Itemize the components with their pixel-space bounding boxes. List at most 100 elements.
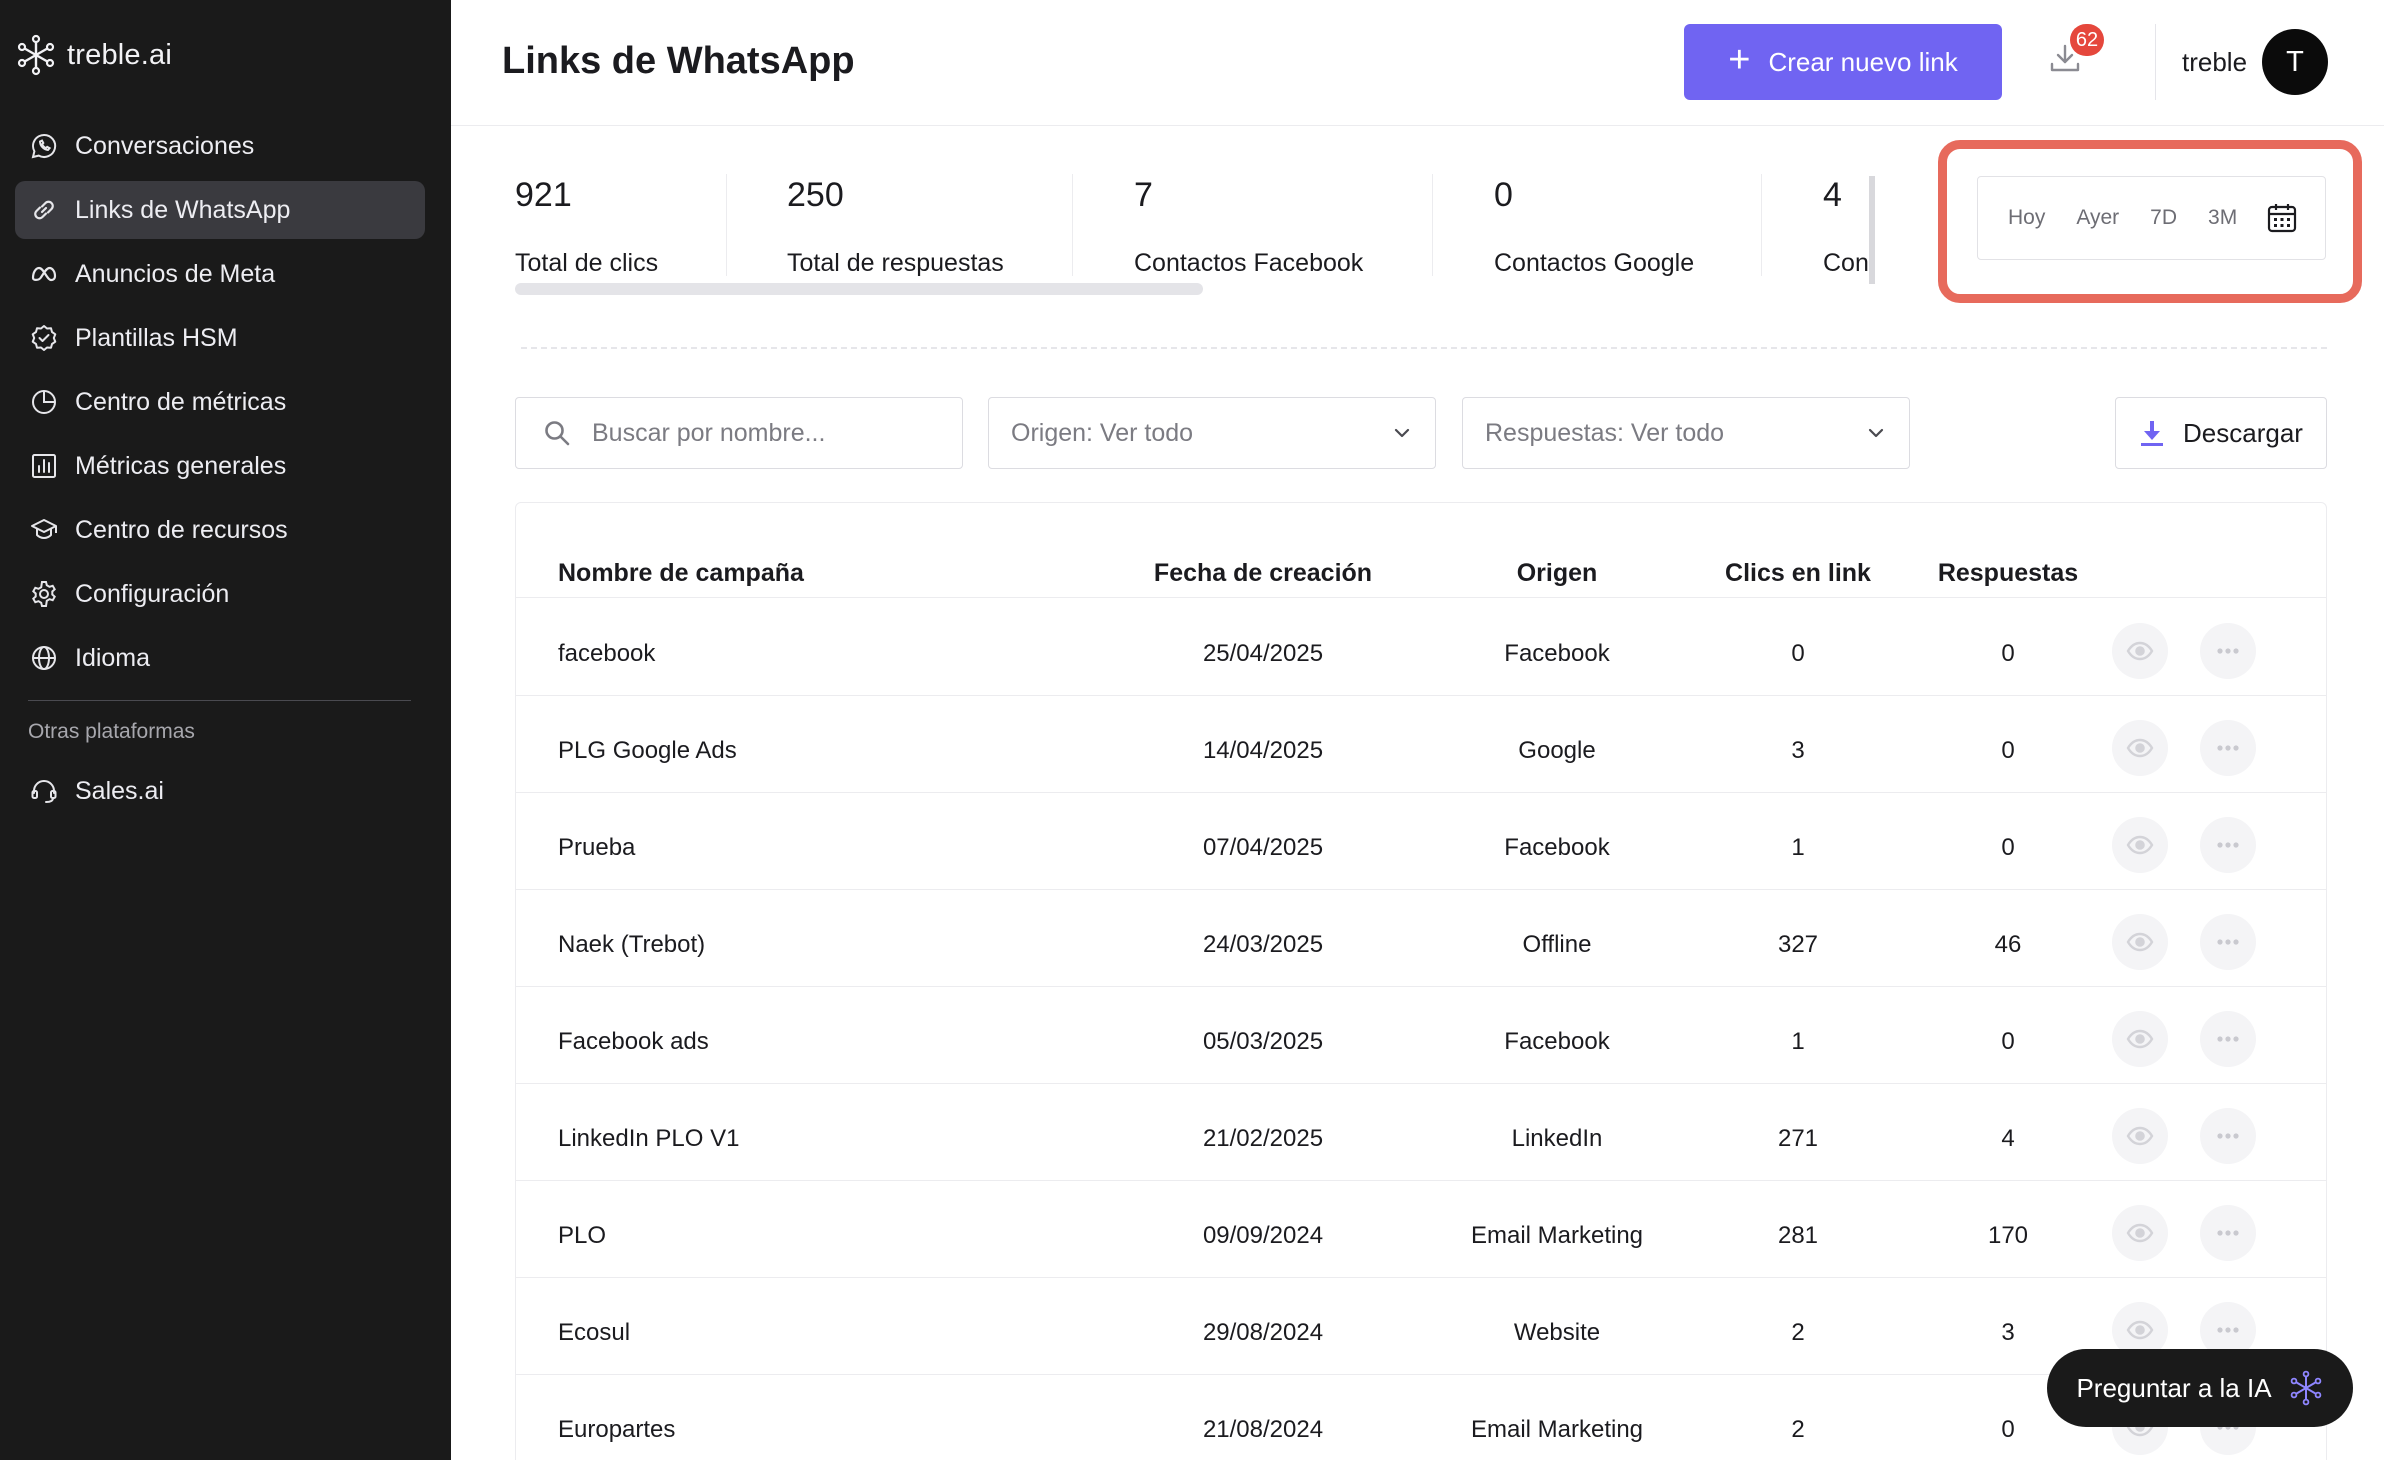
sidebar-item-idioma[interactable]: Idioma bbox=[15, 629, 425, 687]
search-input[interactable]: Buscar por nombre... bbox=[515, 397, 963, 469]
date-option-today[interactable]: Hoy bbox=[2008, 206, 2045, 230]
ellipsis-icon bbox=[2217, 1133, 2239, 1139]
table-row[interactable]: PLO 09/09/2024 Email Marketing 281 170 bbox=[516, 1181, 2326, 1278]
link-icon bbox=[34, 200, 54, 220]
more-options-button[interactable] bbox=[2200, 1205, 2256, 1261]
campaign-name-cell: Naek (Trebot) bbox=[558, 931, 706, 958]
avatar[interactable]: T bbox=[2262, 29, 2328, 95]
clicks-cell: 271 bbox=[1777, 1125, 1819, 1152]
table-row[interactable]: Ecosul 29/08/2024 Website 2 3 bbox=[516, 1278, 2326, 1375]
responses-select-value: Respuestas: Ver todo bbox=[1485, 418, 1725, 447]
campaign-name-cell: Europartes bbox=[558, 1416, 676, 1443]
more-options-button[interactable] bbox=[2200, 914, 2256, 970]
clicks-cell: 1 bbox=[1791, 834, 1805, 861]
brand-logo[interactable]: treble.ai bbox=[15, 34, 172, 76]
sidebar-extra-nav: Sales.ai bbox=[15, 762, 425, 826]
date-option-7d[interactable]: 7D bbox=[2150, 206, 2177, 230]
view-button[interactable] bbox=[2112, 1108, 2168, 1164]
creation-date-cell: 07/04/2025 bbox=[1202, 834, 1324, 861]
badge-check-icon bbox=[31, 325, 57, 351]
date-option-yesterday[interactable]: Ayer bbox=[2076, 206, 2119, 230]
campaign-name-cell: PLO bbox=[558, 1222, 607, 1249]
eye-icon bbox=[2126, 1223, 2154, 1243]
responses-cell: 3 bbox=[2001, 1319, 2015, 1346]
page-title: Links de WhatsApp bbox=[502, 40, 855, 82]
plus-icon: + bbox=[1728, 39, 1751, 81]
more-options-button[interactable] bbox=[2200, 817, 2256, 873]
view-button[interactable] bbox=[2112, 914, 2168, 970]
responses-select[interactable]: Respuestas: Ver todo bbox=[1462, 397, 1910, 469]
brand-name: treble.ai bbox=[67, 38, 172, 71]
sidebar-item-centro-metricas[interactable]: Centro de métricas bbox=[15, 373, 425, 431]
table-row[interactable]: Facebook ads 05/03/2025 Facebook 1 0 bbox=[516, 987, 2326, 1084]
more-options-button[interactable] bbox=[2200, 623, 2256, 679]
eye-icon bbox=[2126, 932, 2154, 952]
ellipsis-icon bbox=[2217, 745, 2239, 751]
download-label: Descargar bbox=[2183, 417, 2303, 448]
bar-chart-icon bbox=[32, 454, 56, 478]
kpi-total-clicks: 921 Total de clics bbox=[515, 176, 658, 278]
more-options-button[interactable] bbox=[2200, 1108, 2256, 1164]
origin-cell: Google bbox=[1518, 737, 1596, 764]
column-header-responses[interactable]: Respuestas bbox=[1913, 559, 2103, 588]
table-row[interactable]: LinkedIn PLO V1 21/02/2025 LinkedIn 271 4 bbox=[516, 1084, 2326, 1181]
sidebar: treble.ai Conversaciones Links de WhatsA… bbox=[0, 0, 451, 1460]
campaign-name-cell: Facebook ads bbox=[558, 1028, 709, 1055]
date-option-3m[interactable]: 3M bbox=[2208, 206, 2237, 230]
top-header: Links de WhatsApp + Crear nuevo link 62 … bbox=[451, 0, 2384, 126]
graduation-cap-icon bbox=[31, 519, 57, 539]
column-header-name[interactable]: Nombre de campaña bbox=[558, 559, 804, 588]
campaign-name-cell: Prueba bbox=[558, 834, 636, 861]
sidebar-item-configuracion[interactable]: Configuración bbox=[15, 565, 425, 623]
sidebar-item-links[interactable]: Links de WhatsApp bbox=[15, 181, 425, 239]
column-header-date[interactable]: Fecha de creación bbox=[1128, 559, 1398, 588]
chevron-down-icon bbox=[1394, 428, 1410, 438]
ellipsis-icon bbox=[2217, 648, 2239, 654]
origin-select[interactable]: Origen: Ver todo bbox=[988, 397, 1436, 469]
kpi-google-contacts: 0 Contactos Google bbox=[1494, 176, 1694, 278]
view-button[interactable] bbox=[2112, 623, 2168, 679]
creation-date-cell: 25/04/2025 bbox=[1202, 640, 1324, 667]
table-row[interactable]: Naek (Trebot) 24/03/2025 Offline 327 46 bbox=[516, 890, 2326, 987]
user-name[interactable]: treble bbox=[2182, 47, 2247, 78]
section-divider bbox=[521, 347, 2327, 349]
downloads-count-badge: 62 bbox=[2070, 24, 2104, 56]
sidebar-item-metricas-generales[interactable]: Métricas generales bbox=[15, 437, 425, 495]
pie-chart-icon bbox=[32, 390, 56, 414]
calendar-icon[interactable] bbox=[2265, 201, 2299, 235]
more-options-button[interactable] bbox=[2200, 1011, 2256, 1067]
chevron-down-icon bbox=[1868, 428, 1884, 438]
sidebar-item-centro-recursos[interactable]: Centro de recursos bbox=[15, 501, 425, 559]
create-link-button[interactable]: + Crear nuevo link bbox=[1684, 24, 2002, 100]
table-row[interactable]: facebook 25/04/2025 Facebook 0 0 bbox=[516, 599, 2326, 696]
view-button[interactable] bbox=[2112, 1205, 2168, 1261]
view-button[interactable] bbox=[2112, 1011, 2168, 1067]
more-options-button[interactable] bbox=[2200, 720, 2256, 776]
sidebar-item-conversaciones[interactable]: Conversaciones bbox=[15, 117, 425, 175]
ask-ai-button[interactable]: Preguntar a la IA bbox=[2047, 1349, 2353, 1427]
clicks-cell: 0 bbox=[1791, 640, 1805, 667]
view-button[interactable] bbox=[2112, 817, 2168, 873]
kpi-label: Con bbox=[1823, 249, 1869, 277]
column-header-origin[interactable]: Origen bbox=[1407, 559, 1707, 588]
meta-icon bbox=[31, 266, 57, 282]
kpi-divider bbox=[726, 174, 727, 276]
origin-cell: Email Marketing bbox=[1470, 1416, 1644, 1443]
responses-cell: 0 bbox=[2001, 1028, 2015, 1055]
responses-cell: 4 bbox=[2001, 1125, 2015, 1152]
origin-cell: Offline bbox=[1522, 931, 1592, 958]
column-header-clicks[interactable]: Clics en link bbox=[1703, 559, 1893, 588]
sidebar-item-anuncios[interactable]: Anuncios de Meta bbox=[15, 245, 425, 303]
table-row[interactable]: Prueba 07/04/2025 Facebook 1 0 bbox=[516, 793, 2326, 890]
ask-ai-label: Preguntar a la IA bbox=[2076, 1372, 2272, 1403]
view-button[interactable] bbox=[2112, 720, 2168, 776]
kpi-scroll-edge bbox=[1869, 176, 1875, 284]
sidebar-item-label: Idioma bbox=[75, 643, 151, 672]
download-button[interactable]: Descargar bbox=[2115, 397, 2327, 469]
table-row[interactable]: PLG Google Ads 14/04/2025 Google 3 0 bbox=[516, 696, 2326, 793]
sidebar-item-plantillas[interactable]: Plantillas HSM bbox=[15, 309, 425, 367]
kpi-value: 7 bbox=[1134, 176, 1153, 214]
kpi-label: Total de clics bbox=[515, 249, 659, 277]
sidebar-item-sales-ai[interactable]: Sales.ai bbox=[15, 762, 425, 820]
kpi-horizontal-scrollbar[interactable] bbox=[515, 283, 1203, 295]
